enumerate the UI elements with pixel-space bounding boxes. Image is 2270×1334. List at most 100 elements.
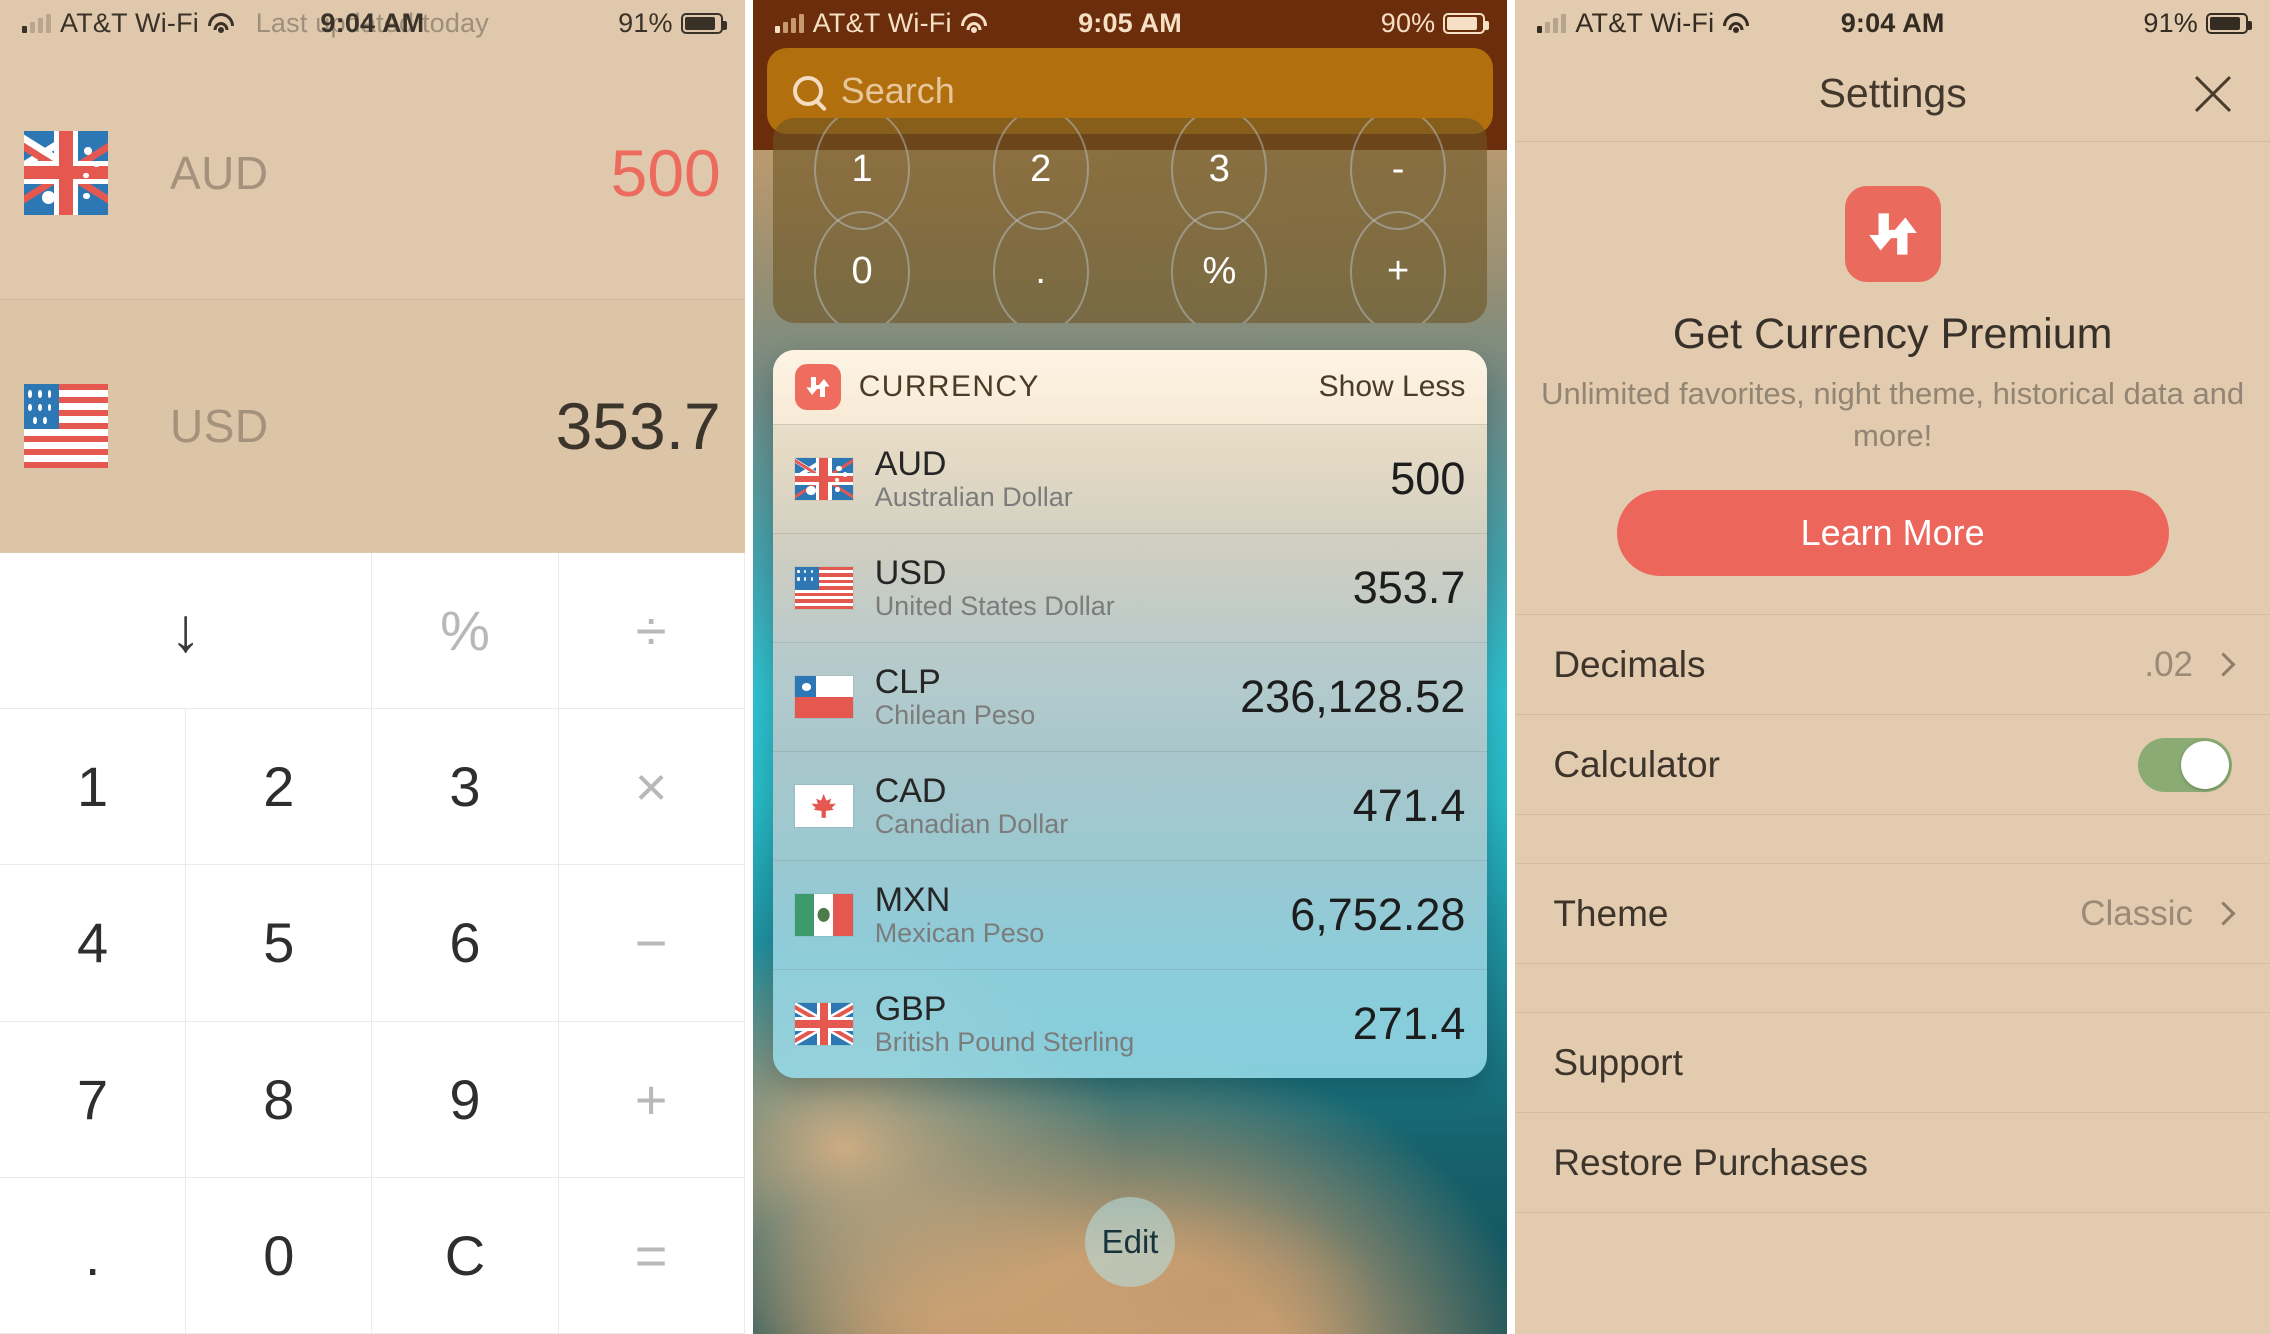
learn-more-button[interactable]: Learn More bbox=[1616, 490, 2169, 577]
percent-key[interactable]: % bbox=[372, 553, 559, 710]
wifi-icon bbox=[1723, 12, 1750, 33]
panel-divider-2 bbox=[1507, 0, 1516, 1334]
down-arrow-key[interactable]: ↓ bbox=[0, 553, 373, 710]
toggle-knob bbox=[2181, 740, 2229, 789]
page-title: Settings bbox=[1818, 70, 1967, 116]
widget-calc-key-plus[interactable]: + bbox=[1309, 221, 1488, 324]
battery-percent-label: 91% bbox=[2143, 7, 2198, 38]
key-9[interactable]: 9 bbox=[372, 1021, 559, 1178]
flag-us-icon bbox=[24, 384, 108, 468]
key-2[interactable]: 2 bbox=[186, 709, 373, 866]
flag-mx-icon bbox=[794, 894, 853, 936]
widget-calc-key-dot[interactable]: . bbox=[951, 221, 1130, 324]
settings-row-theme[interactable]: Theme Classic bbox=[1515, 864, 2270, 965]
widget-calc-key-3[interactable]: 3 bbox=[1130, 118, 1309, 221]
currency-name: Australian Dollar bbox=[874, 482, 1073, 513]
search-placeholder: Search bbox=[840, 70, 955, 111]
battery-icon bbox=[2206, 12, 2252, 34]
currency-row-usd[interactable]: USD United States Dollar 353.7 bbox=[772, 533, 1488, 642]
divide-key[interactable]: ÷ bbox=[558, 553, 745, 710]
currency-name: British Pound Sterling bbox=[874, 1027, 1135, 1058]
currency-row-cad[interactable]: CAD Canadian Dollar 471.4 bbox=[772, 751, 1488, 860]
calculator-widget[interactable]: 1 2 3- 0.% + bbox=[772, 118, 1488, 324]
converter-value-aud[interactable]: 500 bbox=[611, 135, 721, 211]
currency-name: Canadian Dollar bbox=[874, 809, 1069, 840]
battery-percent-label: 90% bbox=[1380, 7, 1436, 38]
battery-icon bbox=[1443, 12, 1490, 34]
settings-row-label: Support bbox=[1553, 1041, 1683, 1083]
converter-code-aud: AUD bbox=[170, 146, 269, 199]
widget-calc-key-percent[interactable]: % bbox=[1130, 221, 1309, 324]
settings-toggle[interactable] bbox=[2138, 737, 2232, 792]
key-3[interactable]: 3 bbox=[372, 709, 559, 866]
panel-today-widgets: AT&T Wi-Fi 9:05 AM 90% Search 123- 0.% bbox=[752, 0, 1508, 1334]
edit-button[interactable]: Edit bbox=[1085, 1197, 1176, 1287]
flag-us-icon bbox=[794, 567, 853, 609]
panel-divider-1 bbox=[744, 0, 753, 1334]
calculator-keypad: ↓% ÷ 1 2 3 × 4 5 6− 7 8 9 +. 0 C = bbox=[0, 553, 745, 1334]
settings-group-2: Theme Classic bbox=[1515, 863, 2270, 965]
key-1[interactable]: 1 bbox=[0, 709, 187, 866]
widget-calc-key-2[interactable]: 2 bbox=[951, 118, 1130, 221]
minus-key[interactable]: − bbox=[558, 865, 745, 1022]
currency-name: Chilean Peso bbox=[874, 700, 1036, 731]
currency-code: CLP bbox=[874, 662, 941, 701]
currency-code: CAD bbox=[874, 771, 947, 810]
currency-exchange-icon bbox=[794, 364, 841, 410]
clear-key[interactable]: C bbox=[372, 1177, 559, 1334]
converter-value-usd[interactable]: 353.7 bbox=[556, 388, 721, 464]
carrier-label: AT&T Wi-Fi bbox=[1575, 7, 1715, 38]
widget-calc-key-minus[interactable]: - bbox=[1309, 118, 1488, 221]
plus-key[interactable]: + bbox=[558, 1021, 745, 1178]
settings-row-decimals[interactable]: Decimals .02 bbox=[1515, 615, 2270, 716]
settings-navbar: Settings bbox=[1515, 46, 2270, 142]
currency-value: 236,128.52 bbox=[1240, 671, 1466, 722]
currency-row-mxn[interactable]: MXN Mexican Peso 6,752.28 bbox=[772, 860, 1488, 969]
chevron-right-icon bbox=[2211, 652, 2236, 677]
promo-heading: Get Currency Premium bbox=[1672, 310, 2113, 358]
currency-code: MXN bbox=[874, 880, 951, 919]
converter-row-aud[interactable]: AUD 500 bbox=[0, 46, 745, 299]
decimal-key[interactable]: . bbox=[0, 1177, 187, 1334]
settings-group-spacer bbox=[1515, 815, 2270, 863]
converter-list: AUD 500 USD 353.7 bbox=[0, 46, 745, 553]
currency-name: Mexican Peso bbox=[874, 918, 1045, 949]
equals-key[interactable]: = bbox=[558, 1177, 745, 1334]
widget-calc-key-0[interactable]: 0 bbox=[773, 221, 952, 324]
key-0[interactable]: 0 bbox=[186, 1177, 373, 1334]
close-icon[interactable] bbox=[2190, 71, 2236, 117]
currency-row-text: CLP Chilean Peso bbox=[874, 662, 1036, 731]
key-6[interactable]: 6 bbox=[372, 865, 559, 1022]
wifi-icon bbox=[960, 12, 987, 33]
currency-row-gbp[interactable]: GBP British Pound Sterling 271.4 bbox=[772, 969, 1488, 1078]
converter-code-usd: USD bbox=[170, 400, 269, 452]
currency-row-clp[interactable]: CLP Chilean Peso 236,128.52 bbox=[772, 642, 1488, 751]
status-left: AT&T Wi-Fi bbox=[1537, 7, 1750, 39]
key-5[interactable]: 5 bbox=[186, 865, 373, 1022]
settings-group-1: Decimals .02 Calculator bbox=[1515, 614, 2270, 816]
key-7[interactable]: 7 bbox=[0, 1021, 187, 1178]
settings-row-support[interactable]: Support bbox=[1515, 1013, 2270, 1114]
settings-row-restore-purchases[interactable]: Restore Purchases bbox=[1515, 1113, 2270, 1214]
currency-value: 6,752.28 bbox=[1290, 889, 1466, 940]
currency-code: GBP bbox=[874, 989, 947, 1028]
currency-row-text: CAD Canadian Dollar bbox=[874, 771, 1069, 840]
key-4[interactable]: 4 bbox=[0, 865, 187, 1022]
currency-value: 471.4 bbox=[1352, 780, 1466, 831]
show-less-button[interactable]: Show Less bbox=[1319, 370, 1466, 404]
currency-widget-title: CURRENCY bbox=[858, 370, 1040, 403]
settings-group-3: Support Restore Purchases bbox=[1515, 1012, 2270, 1214]
settings-row-label: Decimals bbox=[1553, 643, 1706, 685]
settings-row-label: Calculator bbox=[1553, 743, 1720, 785]
carrier-label: AT&T Wi-Fi bbox=[812, 7, 952, 38]
widget-calc-key-1[interactable]: 1 bbox=[773, 118, 952, 221]
converter-row-usd[interactable]: USD 353.7 bbox=[0, 299, 745, 552]
multiply-key[interactable]: × bbox=[558, 709, 745, 866]
screenshot-root: AT&T Wi-Fi Last updated today 9:04 AM 91… bbox=[0, 0, 2270, 1334]
settings-row-calculator[interactable]: Calculator bbox=[1515, 715, 2270, 816]
currency-value: 500 bbox=[1390, 453, 1466, 504]
currency-value: 271.4 bbox=[1352, 998, 1466, 1049]
key-8[interactable]: 8 bbox=[186, 1021, 373, 1178]
currency-row-aud[interactable]: AUD Australian Dollar 500 bbox=[772, 424, 1488, 533]
status-bar-panel3: AT&T Wi-Fi 9:04 AM 91% bbox=[1515, 0, 2270, 46]
